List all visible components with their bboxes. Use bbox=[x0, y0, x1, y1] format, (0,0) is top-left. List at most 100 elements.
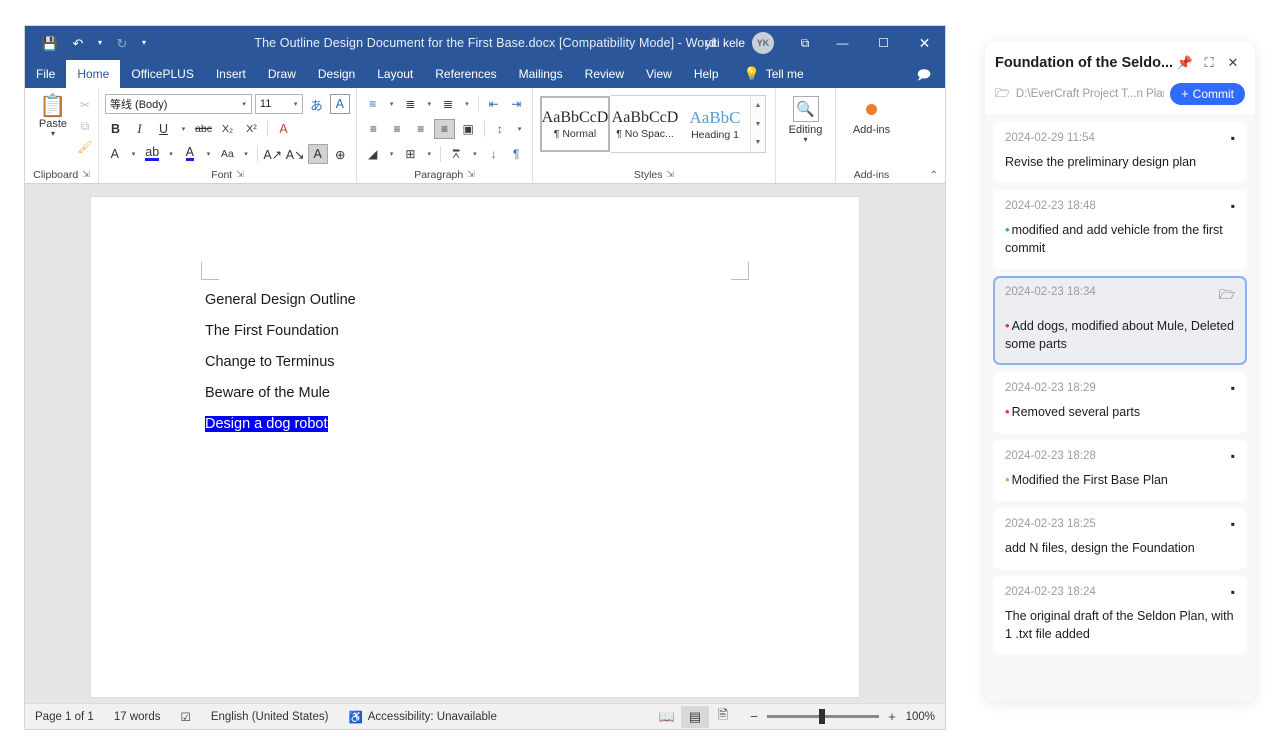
expand-icon[interactable]: ⛶ bbox=[1197, 52, 1221, 74]
undo-dropdown-icon[interactable]: ▾ bbox=[93, 31, 107, 55]
clear-formatting-icon[interactable]: A bbox=[273, 119, 294, 139]
font-color-icon[interactable]: A bbox=[180, 144, 199, 164]
strikethrough-button[interactable]: abc bbox=[193, 119, 214, 139]
tab-layout[interactable]: Layout bbox=[366, 60, 424, 88]
maximize-button[interactable]: ☐ bbox=[863, 26, 904, 60]
doc-line-1[interactable]: General Design Outline bbox=[205, 285, 745, 316]
account-name[interactable]: yiti kele bbox=[705, 36, 745, 50]
paragraph-dialog-launcher-icon[interactable]: ⇲ bbox=[467, 169, 475, 180]
text-effects-icon[interactable]: A bbox=[105, 144, 124, 164]
accessibility-status[interactable]: ♿ Accessibility: Unavailable bbox=[338, 710, 506, 724]
copy-icon[interactable]: ⧉ bbox=[75, 118, 95, 134]
text-effects-dropdown-icon[interactable]: ▾ bbox=[127, 144, 139, 164]
commit-menu-icon[interactable]: ▪ bbox=[1231, 200, 1235, 212]
align-right-icon[interactable]: ≡ bbox=[410, 119, 431, 139]
styles-scroll[interactable]: ▲ ▼ ▼ bbox=[750, 96, 765, 152]
multilevel-dropdown-icon[interactable]: ▾ bbox=[461, 94, 473, 114]
commit-item[interactable]: 2024-02-23 18:29 ▪ • Removed several part… bbox=[993, 372, 1247, 433]
borders-icon[interactable]: ⊞ bbox=[401, 144, 421, 164]
commit-menu-icon[interactable]: ▪ bbox=[1231, 586, 1235, 598]
commit-button[interactable]: + Commit bbox=[1170, 83, 1245, 105]
styles-more-icon[interactable]: ▼ bbox=[751, 133, 765, 152]
commit-item[interactable]: 2024-02-23 18:48 ▪ • modified and add veh… bbox=[993, 190, 1247, 269]
zoom-out-button[interactable]: − bbox=[749, 709, 759, 724]
pin-icon[interactable]: 📌 bbox=[1173, 52, 1197, 74]
zoom-slider[interactable] bbox=[767, 709, 879, 724]
tab-file[interactable]: File bbox=[25, 60, 66, 88]
cut-icon[interactable]: ✂ bbox=[75, 97, 95, 113]
bullets-icon[interactable]: ≡ bbox=[363, 94, 383, 114]
font-size-dropdown-icon[interactable]: ▾ bbox=[291, 100, 301, 108]
tab-draw[interactable]: Draw bbox=[257, 60, 307, 88]
minimize-button[interactable]: — bbox=[822, 26, 863, 60]
zoom-control[interactable]: − + bbox=[737, 709, 905, 724]
underline-button[interactable]: U bbox=[153, 119, 174, 139]
character-border-icon[interactable]: A bbox=[329, 94, 350, 114]
zoom-slider-thumb[interactable] bbox=[819, 709, 825, 724]
doc-line-3[interactable]: Change to Terminus bbox=[205, 347, 745, 378]
read-mode-icon[interactable]: 📖 bbox=[653, 706, 681, 728]
commit-item-selected[interactable]: 2024-02-23 18:34 🗁 • Add dogs, modified a… bbox=[993, 276, 1247, 365]
comments-icon[interactable]: 🗩 bbox=[917, 66, 931, 88]
doc-line-4[interactable]: Beware of the Mule bbox=[205, 378, 745, 409]
tab-home[interactable]: Home bbox=[66, 60, 121, 88]
folder-open-icon[interactable]: 🗁 bbox=[1219, 286, 1235, 308]
web-layout-icon[interactable]: 🖹 bbox=[709, 706, 737, 728]
line-spacing-dropdown-icon[interactable]: ▾ bbox=[513, 119, 526, 139]
tab-insert[interactable]: Insert bbox=[205, 60, 257, 88]
paste-button[interactable]: 📋 Paste ▾ bbox=[31, 93, 75, 166]
align-left-icon[interactable]: ≡ bbox=[363, 119, 384, 139]
asian-layout-icon[interactable]: ⩞ bbox=[446, 144, 466, 164]
numbering-dropdown-icon[interactable]: ▾ bbox=[423, 94, 435, 114]
bold-button[interactable]: B bbox=[105, 119, 126, 139]
shading-dropdown-icon[interactable]: ▾ bbox=[386, 144, 398, 164]
italic-button[interactable]: I bbox=[129, 119, 150, 139]
style-no-spacing[interactable]: AaBbCcD ¶ No Spac... bbox=[610, 96, 680, 152]
commit-list[interactable]: 2024-02-29 11:54 ▪ Revise the preliminar… bbox=[985, 114, 1255, 701]
text-highlight-icon[interactable]: ab bbox=[143, 144, 162, 164]
align-center-icon[interactable]: ≡ bbox=[387, 119, 408, 139]
commit-item[interactable]: 2024-02-29 11:54 ▪ Revise the preliminar… bbox=[993, 122, 1247, 183]
grow-font-icon[interactable]: A↗ bbox=[263, 144, 282, 164]
style-normal[interactable]: AaBbCcD ¶ Normal bbox=[539, 95, 611, 153]
font-color-dropdown-icon[interactable]: ▾ bbox=[203, 144, 215, 164]
tab-design[interactable]: Design bbox=[307, 60, 366, 88]
tell-me-box[interactable]: 💡 Tell me bbox=[730, 60, 815, 88]
justify-icon[interactable]: ≡ bbox=[434, 119, 455, 139]
styles-dialog-launcher-icon[interactable]: ⇲ bbox=[667, 169, 675, 180]
change-case-icon[interactable]: Aa bbox=[218, 144, 237, 164]
shading-icon[interactable]: ◢ bbox=[363, 144, 383, 164]
bullets-dropdown-icon[interactable]: ▾ bbox=[386, 94, 398, 114]
editing-button[interactable]: 🔍 Editing ▾ bbox=[782, 93, 829, 166]
highlight-dropdown-icon[interactable]: ▾ bbox=[165, 144, 177, 164]
tab-officeplus[interactable]: OfficePLUS bbox=[120, 60, 204, 88]
font-size-input[interactable]: 11 ▾ bbox=[254, 94, 304, 114]
decrease-indent-icon[interactable]: ⇤ bbox=[484, 94, 504, 114]
customize-qat-icon[interactable]: ▾ bbox=[137, 31, 151, 55]
enclose-characters-icon[interactable]: ⊕ bbox=[331, 144, 350, 164]
document-text[interactable]: General Design Outline The First Foundat… bbox=[205, 285, 745, 440]
format-painter-icon[interactable]: 🖌 bbox=[75, 139, 95, 155]
tab-references[interactable]: References bbox=[424, 60, 507, 88]
paste-dropdown-icon[interactable]: ▾ bbox=[51, 129, 55, 138]
font-dialog-launcher-icon[interactable]: ⇲ bbox=[236, 169, 244, 180]
document-page[interactable]: General Design Outline The First Foundat… bbox=[91, 197, 859, 697]
multilevel-list-icon[interactable]: ≣ bbox=[438, 94, 458, 114]
styles-scroll-up-icon[interactable]: ▲ bbox=[751, 96, 765, 115]
tab-review[interactable]: Review bbox=[574, 60, 635, 88]
line-spacing-icon[interactable]: ↕ bbox=[490, 119, 511, 139]
show-formatting-marks-icon[interactable]: ¶ bbox=[506, 144, 526, 164]
underline-dropdown-icon[interactable]: ▾ bbox=[177, 119, 190, 139]
word-count[interactable]: 17 words bbox=[104, 711, 171, 723]
subscript-button[interactable]: X₂ bbox=[217, 119, 238, 139]
distributed-icon[interactable]: ▣ bbox=[458, 119, 479, 139]
styles-scroll-down-icon[interactable]: ▼ bbox=[751, 115, 765, 134]
zoom-level[interactable]: 100% bbox=[905, 711, 945, 723]
clipboard-dialog-launcher-icon[interactable]: ⇲ bbox=[82, 169, 90, 180]
document-canvas[interactable]: General Design Outline The First Foundat… bbox=[25, 184, 945, 703]
commit-menu-icon[interactable]: ▪ bbox=[1231, 450, 1235, 462]
commit-item[interactable]: 2024-02-23 18:24 ▪ The original draft of… bbox=[993, 576, 1247, 655]
zoom-in-button[interactable]: + bbox=[887, 709, 897, 724]
print-layout-icon[interactable]: ▤ bbox=[681, 705, 709, 728]
close-button[interactable]: ✕ bbox=[904, 26, 945, 60]
